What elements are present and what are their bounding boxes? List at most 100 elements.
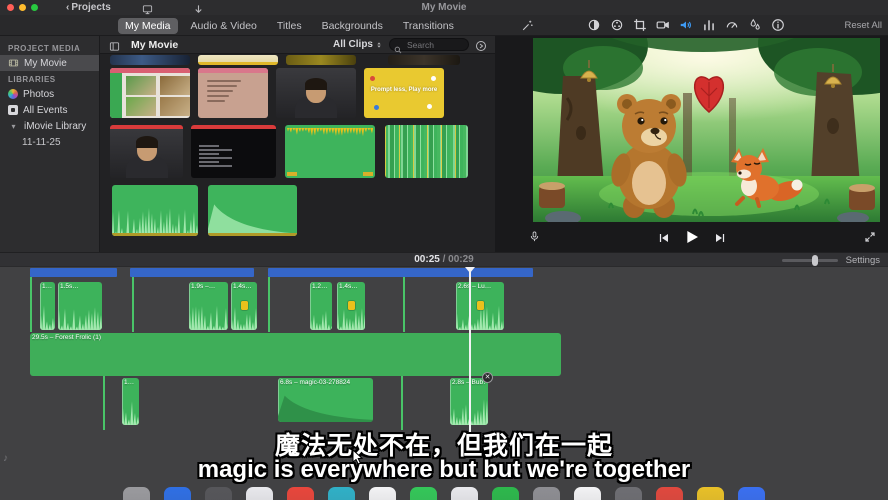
media-thumbnails: Prompt less, Play more bbox=[100, 36, 495, 252]
dock-app-icon[interactable] bbox=[328, 487, 355, 500]
timeline-audio-clip[interactable]: 1.5s… bbox=[58, 282, 102, 330]
volume-icon[interactable] bbox=[679, 18, 693, 32]
dock-app-icon[interactable] bbox=[205, 487, 232, 500]
media-browser: Prompt less, Play more My Movie All Clip… bbox=[100, 36, 495, 252]
photos-icon bbox=[8, 89, 18, 99]
dock-app-icon[interactable] bbox=[615, 487, 642, 500]
dock-app-icon[interactable] bbox=[738, 487, 765, 500]
playhead[interactable] bbox=[469, 267, 471, 433]
sidebar-item-all-events[interactable]: All Events bbox=[0, 102, 99, 118]
dock-app-icon[interactable] bbox=[246, 487, 273, 500]
color-wheel-icon[interactable] bbox=[610, 18, 624, 32]
noise-reduction-icon[interactable] bbox=[702, 18, 716, 32]
media-thumbnail-slide-yellow[interactable]: Prompt less, Play more bbox=[364, 68, 444, 118]
timeline-zoom-slider[interactable] bbox=[782, 259, 838, 262]
all-clips-dropdown[interactable]: All Clips bbox=[333, 39, 383, 50]
dock-app-icon[interactable] bbox=[369, 487, 396, 500]
sidebar-item-label: My Movie bbox=[24, 58, 67, 69]
dock-app-icon[interactable] bbox=[451, 487, 478, 500]
chevron-down-icon[interactable]: ▾ bbox=[8, 122, 19, 131]
timeline-music-clip[interactable]: 29.5s – Forest Frolic (1) bbox=[30, 333, 561, 376]
close-icon[interactable]: ✕ bbox=[482, 372, 493, 383]
tab-backgrounds[interactable]: Backgrounds bbox=[315, 18, 390, 34]
timeline-sfx-clip[interactable]: 1… bbox=[122, 378, 139, 425]
timeline-audio-clip[interactable]: 2.6s – Lu… bbox=[456, 282, 504, 330]
clip-badge bbox=[348, 301, 355, 310]
color-balance-icon[interactable] bbox=[587, 18, 601, 32]
time-display: 00:25 / 00:29 bbox=[0, 254, 888, 265]
close-window-button[interactable] bbox=[7, 4, 14, 11]
fullscreen-icon[interactable] bbox=[864, 230, 876, 242]
search-icon bbox=[394, 41, 402, 49]
dock-app-icon[interactable] bbox=[287, 487, 314, 500]
reset-all-button[interactable]: Reset All bbox=[845, 20, 883, 31]
subtitle-track-bar[interactable] bbox=[30, 268, 117, 277]
microphone-icon[interactable] bbox=[529, 229, 540, 244]
crop-icon[interactable] bbox=[633, 18, 647, 32]
dock-app-icon[interactable] bbox=[574, 487, 601, 500]
media-thumbnail-terminal[interactable] bbox=[191, 125, 276, 178]
search-input[interactable] bbox=[405, 39, 464, 51]
media-thumbnail-person[interactable] bbox=[276, 68, 356, 118]
timeline-audio-clip[interactable]: 1… bbox=[40, 282, 55, 330]
media-thumbnail-audio-spikes[interactable] bbox=[385, 125, 468, 178]
timeline-audio-clip[interactable]: 1.9s –… bbox=[189, 282, 228, 330]
skip-forward-button[interactable] bbox=[714, 231, 726, 243]
timeline-audio-clip[interactable]: 1.4s… bbox=[337, 282, 365, 330]
media-import-icon[interactable] bbox=[141, 2, 154, 13]
timeline-sfx-clip[interactable]: 6.8s – magic-03-278824 bbox=[278, 378, 373, 422]
clip-label: 1.9s –… bbox=[191, 283, 226, 290]
dock-app-icon[interactable] bbox=[410, 487, 437, 500]
media-thumbnail-notes[interactable] bbox=[198, 68, 268, 118]
sidebar-item-my-movie[interactable]: My Movie bbox=[0, 55, 99, 71]
projects-back-button[interactable]: ‹ Projects bbox=[66, 2, 111, 13]
play-button[interactable] bbox=[684, 229, 700, 245]
sidebar-item-imovie-library[interactable]: ▾iMovie Library bbox=[0, 118, 99, 134]
events-icon bbox=[8, 105, 18, 115]
enhance-wand-icon[interactable] bbox=[521, 19, 534, 32]
tab-audio-video[interactable]: Audio & Video bbox=[184, 18, 264, 34]
tab-titles[interactable]: Titles bbox=[270, 18, 309, 34]
media-thumbnail-audio-top[interactable] bbox=[285, 125, 375, 178]
media-thumbnail-collage[interactable] bbox=[110, 68, 190, 118]
subtitle-track-bar[interactable] bbox=[268, 268, 533, 277]
download-arrow-icon[interactable] bbox=[192, 2, 205, 13]
clip-badge bbox=[477, 301, 484, 310]
media-thumbnail-sliver-olive[interactable] bbox=[286, 55, 356, 65]
media-thumbnail-sliver-blue[interactable] bbox=[110, 55, 190, 65]
subtitle-track-bar[interactable] bbox=[130, 268, 254, 277]
tab-transitions[interactable]: Transitions bbox=[396, 18, 461, 34]
sidebar-item-11-11-25[interactable]: 11-11-25 bbox=[0, 134, 99, 150]
timeline-audio-clip[interactable]: 1.4s… bbox=[231, 282, 257, 330]
minimize-window-button[interactable] bbox=[19, 4, 26, 11]
media-thumbnail-audio-decay[interactable] bbox=[208, 185, 297, 236]
media-thumbnail-audio-wave[interactable] bbox=[112, 185, 198, 236]
effects-icon[interactable] bbox=[748, 18, 762, 32]
speed-icon[interactable] bbox=[725, 18, 739, 32]
sidebar-item-photos[interactable]: Photos bbox=[0, 86, 99, 102]
media-thumbnail-person-red[interactable] bbox=[110, 125, 183, 178]
dock-app-icon[interactable] bbox=[164, 487, 191, 500]
settings-button[interactable]: Settings bbox=[846, 255, 880, 266]
dock-app-icon[interactable] bbox=[656, 487, 683, 500]
clip-connector-stem bbox=[132, 277, 134, 332]
search-field[interactable] bbox=[389, 38, 469, 51]
sidebar-toggle-icon[interactable] bbox=[108, 39, 121, 50]
timeline-audio-clip[interactable]: 1.2… bbox=[310, 282, 332, 330]
dock-app-icon[interactable] bbox=[492, 487, 519, 500]
projects-back-label: Projects bbox=[71, 2, 110, 13]
zoom-slider-thumb[interactable] bbox=[812, 255, 818, 266]
dock-app-icon[interactable] bbox=[697, 487, 724, 500]
clip-connector-stem bbox=[403, 277, 405, 332]
clip-appearance-icon[interactable] bbox=[475, 39, 487, 51]
dock-app-icon[interactable] bbox=[123, 487, 150, 500]
skip-back-button[interactable] bbox=[658, 231, 670, 243]
info-icon[interactable] bbox=[771, 18, 785, 32]
media-thumbnail-sliver-cream[interactable] bbox=[198, 55, 278, 65]
zoom-window-button[interactable] bbox=[31, 4, 38, 11]
stabilization-icon[interactable] bbox=[656, 18, 670, 32]
dock-app-icon[interactable] bbox=[533, 487, 560, 500]
preview-pane bbox=[495, 36, 888, 252]
media-thumbnail-sliver-dark[interactable] bbox=[388, 55, 460, 65]
tab-my-media[interactable]: My Media bbox=[118, 18, 178, 34]
